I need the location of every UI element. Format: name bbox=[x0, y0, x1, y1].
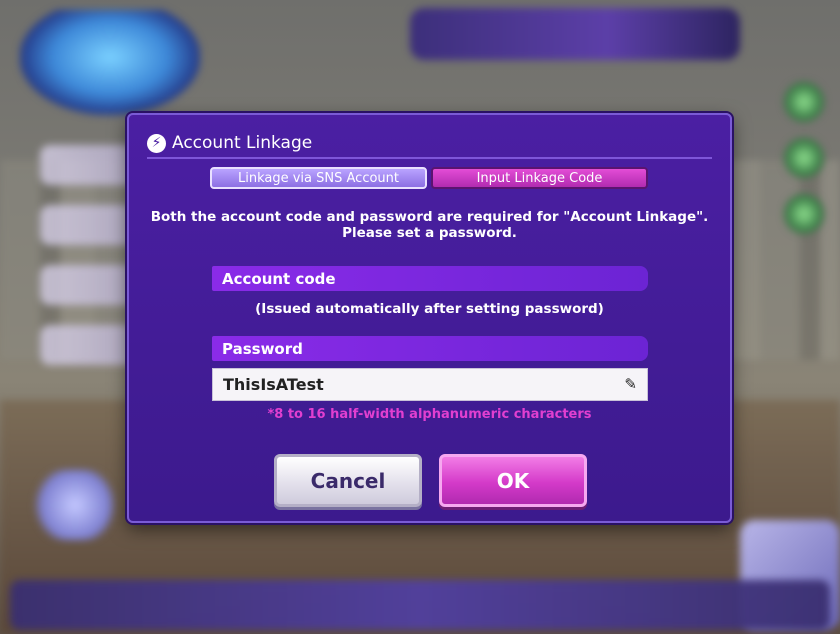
info-message-line-2: Please set a password. bbox=[342, 225, 517, 241]
info-message-line-1: Both the account code and password are r… bbox=[150, 209, 709, 225]
tab-linkage-via-sns[interactable]: Linkage via SNS Account bbox=[210, 167, 427, 189]
password-header: Password bbox=[212, 336, 648, 361]
background-round-button bbox=[784, 82, 824, 122]
background-bottom-menu-bar bbox=[10, 580, 830, 630]
password-hint: *8 to 16 half-width alphanumeric charact… bbox=[267, 407, 592, 422]
dialog-title: Account Linkage bbox=[172, 133, 313, 153]
account-linkage-dialog: ⚡ Account Linkage Linkage via SNS Accoun… bbox=[127, 113, 732, 523]
background-flower-decoration bbox=[30, 470, 120, 540]
background-game-logo bbox=[20, 10, 200, 115]
password-field[interactable]: ✎ bbox=[212, 368, 648, 401]
tab-input-linkage-code[interactable]: Input Linkage Code bbox=[431, 167, 648, 189]
account-code-note: (Issued automatically after setting pass… bbox=[255, 301, 604, 317]
account-code-header: Account code bbox=[212, 266, 648, 291]
lightning-bolt-icon: ⚡ bbox=[147, 133, 166, 153]
info-message: Both the account code and password are r… bbox=[129, 209, 730, 241]
ok-button[interactable]: OK bbox=[439, 454, 587, 507]
pencil-icon[interactable]: ✎ bbox=[624, 377, 637, 392]
background-status-bar bbox=[410, 8, 740, 60]
cancel-button[interactable]: Cancel bbox=[274, 454, 422, 507]
background-round-button bbox=[784, 138, 824, 178]
linkage-method-tabs: Linkage via SNS Account Input Linkage Co… bbox=[210, 167, 648, 189]
background-round-button bbox=[784, 194, 824, 234]
dialog-title-row: ⚡ Account Linkage bbox=[147, 129, 712, 159]
password-input[interactable] bbox=[223, 375, 625, 394]
